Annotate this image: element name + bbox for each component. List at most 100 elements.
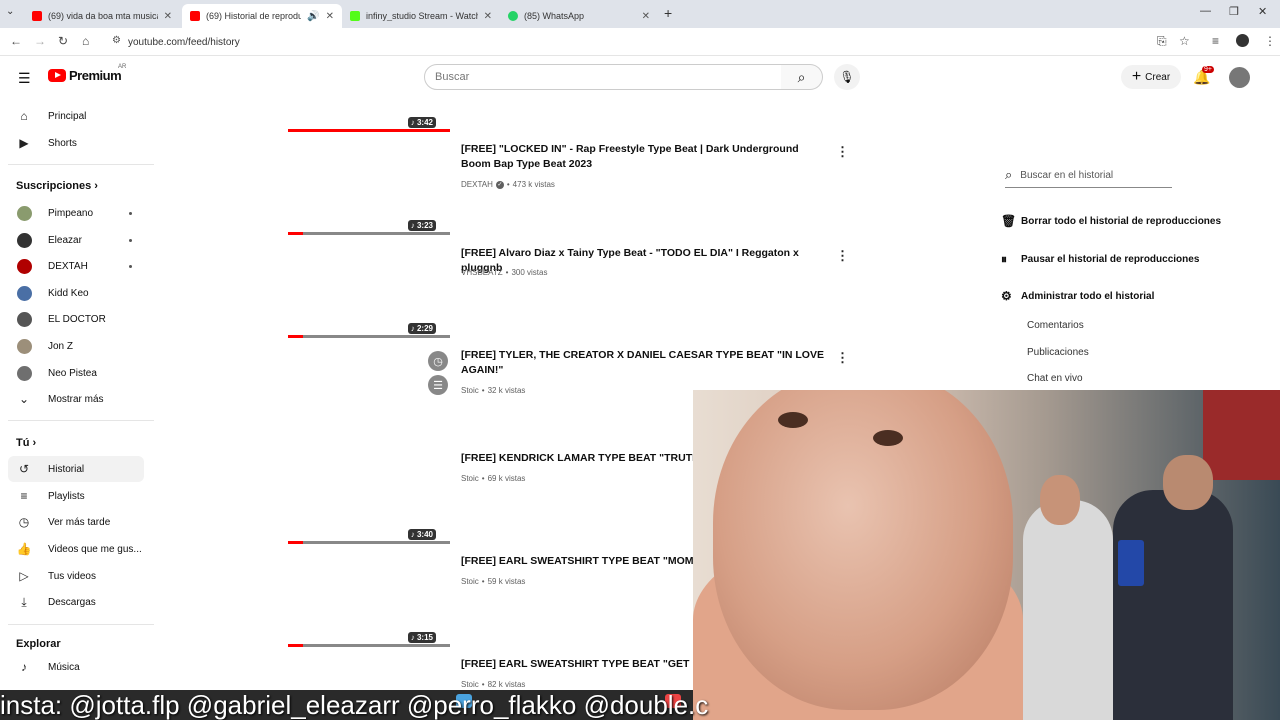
you-heading[interactable]: Tú › [16, 437, 36, 449]
sidebar: ⌂ Principal ▶ Shorts Suscripciones › Pim… [0, 100, 154, 690]
your-videos-icon: ▷ [19, 569, 29, 583]
sidebar-item-your-videos[interactable]: ▷ Tus videos [8, 563, 144, 589]
channel-avatar [17, 311, 32, 327]
person-silhouette [1023, 500, 1113, 720]
video-thumbnail[interactable]: ♪ 3:40 [288, 513, 450, 544]
sidebar-item-liked-videos[interactable]: 👍 Videos que me gus... [8, 536, 144, 562]
browser-menu-icon[interactable]: ⋮ [1264, 34, 1276, 48]
channel-name[interactable]: Stoic [461, 386, 479, 395]
search-input[interactable]: Buscar [424, 64, 782, 90]
new-tab-icon[interactable]: + [664, 5, 672, 21]
subscription-item[interactable]: Pimpeano [8, 200, 144, 226]
verified-check-icon: ✓ [495, 180, 504, 189]
watch-progress-track [288, 541, 450, 544]
channel-avatar [17, 205, 32, 221]
show-more-button[interactable]: ⌄ Mostrar más [8, 386, 144, 412]
video-thumbnail[interactable]: ◷ ☰ [288, 337, 450, 397]
clear-history-button[interactable]: 🗑 Borrar todo el historial de reproducci… [1001, 214, 1221, 228]
install-icon[interactable]: ⎘ [1157, 34, 1167, 49]
subscriptions-heading[interactable]: Suscripciones › [16, 180, 98, 192]
history-icon: ↺ [18, 462, 30, 476]
subscription-item[interactable]: Jon Z [8, 333, 144, 359]
subscription-item[interactable]: Eleazar [8, 227, 144, 253]
subscription-item[interactable]: DEXTAH [8, 253, 144, 279]
new-content-dot [129, 239, 132, 242]
sidebar-item-music[interactable]: ♪ Música [8, 654, 144, 680]
subscription-item[interactable]: Kidd Keo [8, 280, 144, 306]
sidebar-divider [8, 164, 154, 165]
youtube-play-icon [48, 69, 66, 82]
pause-history-button[interactable]: ⏸ Pausar el historial de reproducciones [1001, 252, 1199, 267]
video-thumbnail[interactable]: ♪ 3:23 [288, 204, 450, 235]
search-button[interactable]: ⌕ [781, 64, 823, 90]
plus-icon: + [1131, 68, 1142, 85]
speaker-icon[interactable]: 🔊 [307, 11, 319, 22]
manage-history-button[interactable]: ⚙ Administrar todo el historial [1001, 289, 1154, 303]
video-title[interactable]: [FREE] "LOCKED IN" - Rap Freestyle Type … [461, 142, 831, 172]
close-tab-icon[interactable]: ✕ [326, 11, 334, 22]
history-link-comments[interactable]: Comentarios [1027, 320, 1084, 331]
duration-badge: ♪ 3:42 [407, 117, 436, 128]
youtube-logo[interactable]: Premium AR [48, 64, 126, 83]
reload-icon[interactable]: ↻ [58, 34, 68, 48]
voice-search-button[interactable]: 🎙 [834, 64, 860, 90]
sidebar-item-principal[interactable]: ⌂ Principal [8, 103, 144, 129]
stream-caption: insta: @jotta.flp @gabriel_eleazarr @per… [0, 690, 709, 720]
minimize-icon[interactable]: — [1200, 5, 1211, 17]
sidebar-item-historial[interactable]: ↺ Historial [8, 456, 144, 482]
maximize-icon[interactable]: ❐ [1229, 5, 1239, 18]
browser-tab-strip: ⌄ (69) vida da boa mta musica - Y ✕ (69)… [0, 0, 1280, 28]
duration-badge: ♪ 3:23 [407, 220, 436, 231]
pause-icon: ⏸ [1001, 252, 1008, 266]
site-info-icon[interactable]: ⚙ [112, 35, 121, 46]
browser-tab-2[interactable]: (69) Historial de reproducción 🔊 ✕ [182, 4, 342, 28]
video-thumbnail[interactable]: ♪ 3:15 [288, 616, 450, 647]
home-icon[interactable]: ⌂ [82, 34, 89, 48]
channel-name[interactable]: Stoic [461, 680, 479, 689]
channel-avatar [17, 338, 32, 354]
video-meta: DEXTAH ✓ • 473 k vistas [461, 180, 555, 189]
history-link-live-chat[interactable]: Chat en vivo [1027, 373, 1083, 384]
bookmark-star-icon[interactable]: ☆ [1179, 34, 1190, 48]
menu-icon[interactable]: ☰ [18, 70, 31, 87]
sidebar-item-watch-later[interactable]: ◷ Ver más tarde [8, 509, 144, 535]
close-window-icon[interactable]: ✕ [1258, 5, 1267, 18]
sidebar-item-shorts[interactable]: ▶ Shorts [8, 130, 144, 156]
forward-icon[interactable]: → [34, 34, 46, 48]
close-tab-icon[interactable]: ✕ [642, 11, 650, 22]
video-thumbnail[interactable]: ♪ 3:42 [288, 101, 450, 132]
close-tab-icon[interactable]: ✕ [164, 11, 172, 22]
webcam-overlay [693, 390, 1280, 720]
history-link-posts[interactable]: Publicaciones [1027, 347, 1089, 358]
more-options-icon[interactable]: ⋮ [836, 248, 849, 264]
sidebar-item-playlists[interactable]: ≡ Playlists [8, 483, 144, 509]
watch-later-icon[interactable]: ◷ [428, 351, 448, 371]
close-tab-icon[interactable]: ✕ [484, 11, 492, 22]
add-to-queue-icon[interactable]: ☰ [428, 375, 448, 395]
back-icon[interactable]: ← [10, 34, 22, 48]
youtube-icon [190, 11, 200, 21]
more-options-icon[interactable]: ⋮ [836, 350, 849, 366]
channel-name[interactable]: Stoic [461, 577, 479, 586]
channel-name[interactable]: Stoic [461, 474, 479, 483]
channel-name[interactable]: VHSBEATZ [461, 268, 503, 277]
browser-tab-3[interactable]: infiny_studio Stream - Watch Li ✕ [342, 4, 500, 28]
shorts-icon: ▶ [19, 136, 29, 150]
tab-list-icon[interactable]: ⌄ [6, 6, 14, 17]
account-avatar[interactable] [1229, 67, 1250, 88]
channel-name[interactable]: DEXTAH [461, 180, 493, 189]
trash-icon: 🗑 [1001, 214, 1017, 228]
address-bar[interactable]: ⚙ youtube.com/feed/history [104, 31, 1214, 53]
profile-icon[interactable] [1236, 34, 1249, 47]
browser-tab-1[interactable]: (69) vida da boa mta musica - Y ✕ [24, 4, 180, 28]
video-title[interactable]: [FREE] TYLER, THE CREATOR X DANIEL CAESA… [461, 348, 831, 378]
more-options-icon[interactable]: ⋮ [836, 144, 849, 160]
subscription-item[interactable]: Neo Pistea [8, 360, 144, 386]
history-search-input[interactable]: ⌕ Buscar en el historial [1005, 163, 1172, 188]
subscription-item[interactable]: EL DOCTOR [8, 306, 144, 332]
media-control-icon[interactable]: ≡ [1212, 34, 1219, 48]
browser-tab-4[interactable]: (85) WhatsApp ✕ [500, 4, 658, 28]
new-content-dot [129, 212, 132, 215]
create-button[interactable]: + Crear [1121, 65, 1181, 89]
sidebar-item-downloads[interactable]: ⤓ Descargas [8, 589, 144, 615]
